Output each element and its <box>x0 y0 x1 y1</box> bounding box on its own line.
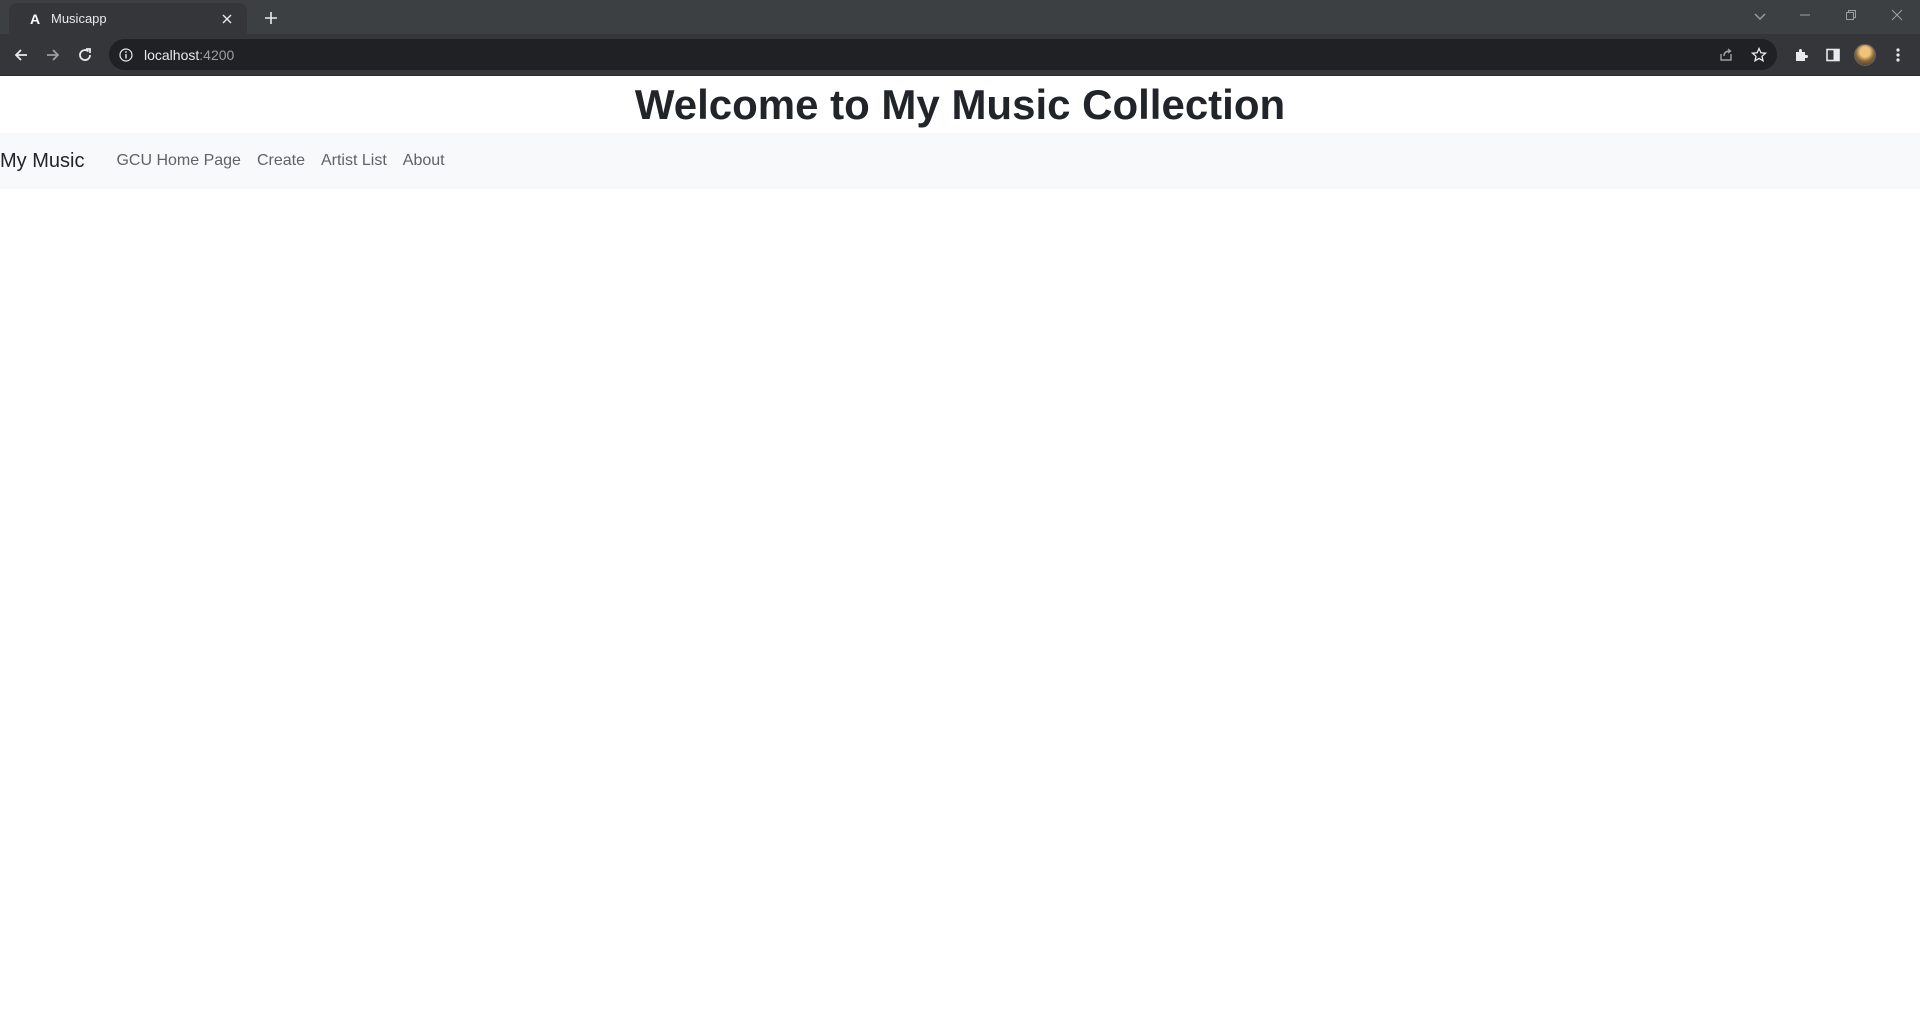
minimize-icon[interactable] <box>1782 0 1828 30</box>
star-icon[interactable] <box>1746 42 1771 67</box>
close-tab-icon[interactable] <box>217 9 237 29</box>
site-info-icon[interactable] <box>118 47 134 63</box>
share-icon[interactable] <box>1713 42 1738 67</box>
nav-link-about[interactable]: About <box>395 152 453 170</box>
avatar <box>1854 44 1876 66</box>
navbar-brand[interactable]: My Music <box>0 150 84 173</box>
nav-link-create[interactable]: Create <box>249 152 313 170</box>
browser-tab[interactable]: A Musicapp <box>9 3 247 34</box>
address-bar-actions <box>1713 42 1771 67</box>
puzzle-icon[interactable] <box>1787 41 1815 69</box>
back-arrow-icon[interactable] <box>7 41 35 69</box>
tab-search-chevron-icon[interactable] <box>1748 4 1772 28</box>
page-viewport: Welcome to My Music Collection My Music … <box>0 77 1920 1032</box>
page-title: Welcome to My Music Collection <box>634 81 1286 128</box>
address-bar[interactable]: localhost:4200 <box>109 39 1777 70</box>
browser-toolbar: localhost:4200 <box>0 34 1920 76</box>
side-panel-icon[interactable] <box>1819 41 1847 69</box>
new-tab-icon[interactable] <box>259 6 283 30</box>
nav-link-artist-list[interactable]: Artist List <box>313 152 395 170</box>
reload-icon[interactable] <box>71 41 99 69</box>
url-port: :4200 <box>199 46 235 63</box>
angular-favicon-icon: A <box>25 9 44 28</box>
url-host: localhost <box>144 46 200 63</box>
window-controls <box>1782 0 1920 30</box>
close-window-icon[interactable] <box>1874 0 1920 30</box>
kebab-menu-icon[interactable] <box>1884 41 1912 69</box>
restore-icon[interactable] <box>1828 0 1874 30</box>
tab-title: Musicapp <box>51 11 107 26</box>
profile-avatar[interactable] <box>1851 41 1879 69</box>
navbar: My Music GCU Home Page Create Artist Lis… <box>0 133 1920 189</box>
forward-arrow-icon[interactable] <box>39 41 67 69</box>
svg-text:A: A <box>29 11 39 27</box>
tab-strip: A Musicapp <box>0 0 1920 34</box>
url-text[interactable]: localhost:4200 <box>144 47 234 63</box>
nav-link-gcu-home-page[interactable]: GCU Home Page <box>108 152 249 170</box>
